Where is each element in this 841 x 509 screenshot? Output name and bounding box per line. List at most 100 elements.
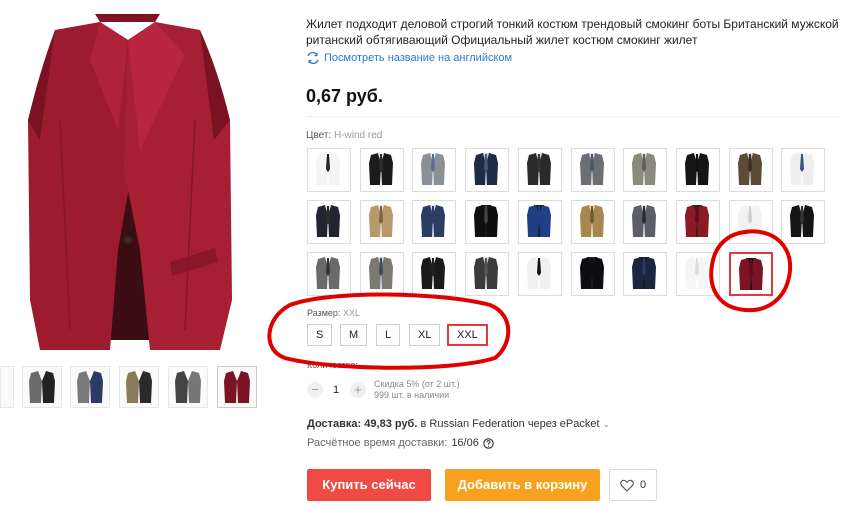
vest-swatch-icon [782,201,822,241]
color-swatch-10[interactable] [781,148,825,192]
vest-swatch-icon [519,201,559,241]
color-swatch-8[interactable] [676,148,720,192]
color-swatch-17[interactable] [623,200,667,244]
thumbnail-image [29,371,55,403]
quantity-increase-button[interactable]: + [350,382,366,398]
vest-swatch-icon [730,201,770,241]
size-label-text: Размер: [307,308,341,318]
vest-swatch-icon [308,253,348,293]
size-option-s[interactable]: S [307,324,333,346]
color-swatch-13[interactable] [412,200,456,244]
color-swatch-6[interactable] [571,148,615,192]
vest-swatch-icon [308,149,348,189]
vest-swatch-icon [361,201,401,241]
thumbnail-1[interactable] [0,366,14,408]
color-swatch-28[interactable] [676,252,720,296]
color-swatch-11[interactable] [307,200,351,244]
vest-swatch-icon [677,253,717,293]
stock-available-text: 999 шт. в наличии [374,390,450,400]
color-swatch-14[interactable] [465,200,509,244]
vest-swatch-icon [361,149,401,189]
thumbnail-3[interactable] [70,366,110,408]
chevron-down-icon[interactable]: ⌄ [603,419,611,429]
size-option-l[interactable]: L [376,324,401,346]
vest-swatch-icon [572,201,612,241]
wishlist-button[interactable]: 0 [609,469,657,501]
quantity-decrease-button[interactable]: − [307,382,323,398]
vest-swatch-icon [466,149,506,189]
vest-swatch-icon [308,201,348,241]
size-option-m[interactable]: M [340,324,368,346]
color-swatch-18[interactable] [676,200,720,244]
color-swatch-23[interactable] [412,252,456,296]
size-option-xl[interactable]: XL [409,324,441,346]
color-swatch-29[interactable] [729,252,773,296]
thumbnail-image [77,371,103,403]
translate-icon [307,52,319,64]
color-swatch-22[interactable] [360,252,404,296]
color-swatch-4[interactable] [465,148,509,192]
color-swatch-9[interactable] [729,148,773,192]
vest-swatch-icon [677,201,717,241]
color-swatch-16[interactable] [571,200,615,244]
color-selected-value: H-wind red [333,130,383,141]
color-swatch-24[interactable] [465,252,509,296]
delivery-eta: Расчётное время доставки: 16/06 [307,437,494,449]
quantity-value[interactable]: 1 [333,384,339,396]
help-icon[interactable] [483,437,494,449]
size-selected-value: XXL [342,308,360,318]
buy-now-button[interactable]: Купить сейчас [307,469,431,501]
product-title: Жилет подходит деловой строгий тонкий ко… [306,16,841,48]
translate-link[interactable]: Посмотреть название на английском [306,52,512,64]
thumbnail-image [126,371,152,403]
color-swatch-21[interactable] [307,252,351,296]
vest-swatch-icon [572,149,612,189]
product-title-line-2: ританский обтягивающий Официальный жилет… [306,33,698,47]
thumbnail-5[interactable] [168,366,208,408]
vest-swatch-icon [519,149,559,189]
color-swatch-27[interactable] [623,252,667,296]
color-swatch-12[interactable] [360,200,404,244]
vest-swatch-icon [731,254,771,294]
wishlist-count: 0 [639,479,647,491]
delivery-destination[interactable]: в Russian Federation через ePacket [420,418,599,430]
divider [306,116,841,117]
vest-swatch-icon [413,149,453,189]
vest-swatch-icon [677,149,717,189]
delivery-label: Доставка: [307,418,362,430]
color-swatch-19[interactable] [729,200,773,244]
color-swatch-3[interactable] [412,148,456,192]
vest-swatch-icon [782,149,822,189]
size-option-xxl[interactable]: XXL [447,324,488,346]
color-swatch-7[interactable] [623,148,667,192]
main-product-image[interactable] [0,0,255,356]
vest-swatch-icon [624,149,664,189]
thumbnail-2[interactable] [22,366,62,408]
heart-icon [620,479,634,492]
vest-illustration [28,14,232,350]
color-swatch-5[interactable] [518,148,562,192]
thumbnail-4[interactable] [119,366,159,408]
color-swatch-2[interactable] [360,148,404,192]
thumbnail-image [175,371,201,403]
thumbnail-6[interactable] [217,366,257,408]
product-title-line-1: Жилет подходит деловой строгий тонкий ко… [306,17,841,31]
delivery-info: Доставка: 49,83 руб. в Russian Federatio… [307,418,610,430]
vest-swatch-icon [730,149,770,189]
color-swatch-25[interactable] [518,252,562,296]
vest-swatch-icon [466,201,506,241]
vest-swatch-icon [624,201,664,241]
size-label: Размер: XXL [307,308,360,318]
color-swatch-15[interactable] [518,200,562,244]
vest-swatch-icon [361,253,401,293]
color-label-text: Цвет: [306,130,332,141]
quantity-info: Скидка 5% (от 2 шт.) 999 шт. в наличии [374,379,460,401]
color-swatch-26[interactable] [571,252,615,296]
vest-swatch-icon [413,201,453,241]
delivery-cost: 49,83 руб. [364,418,418,430]
color-swatch-20[interactable] [781,200,825,244]
color-label: Цвет: H-wind red [306,130,382,141]
color-swatch-1[interactable] [307,148,351,192]
add-to-cart-button[interactable]: Добавить в корзину [445,469,600,501]
vest-swatch-icon [519,253,559,293]
